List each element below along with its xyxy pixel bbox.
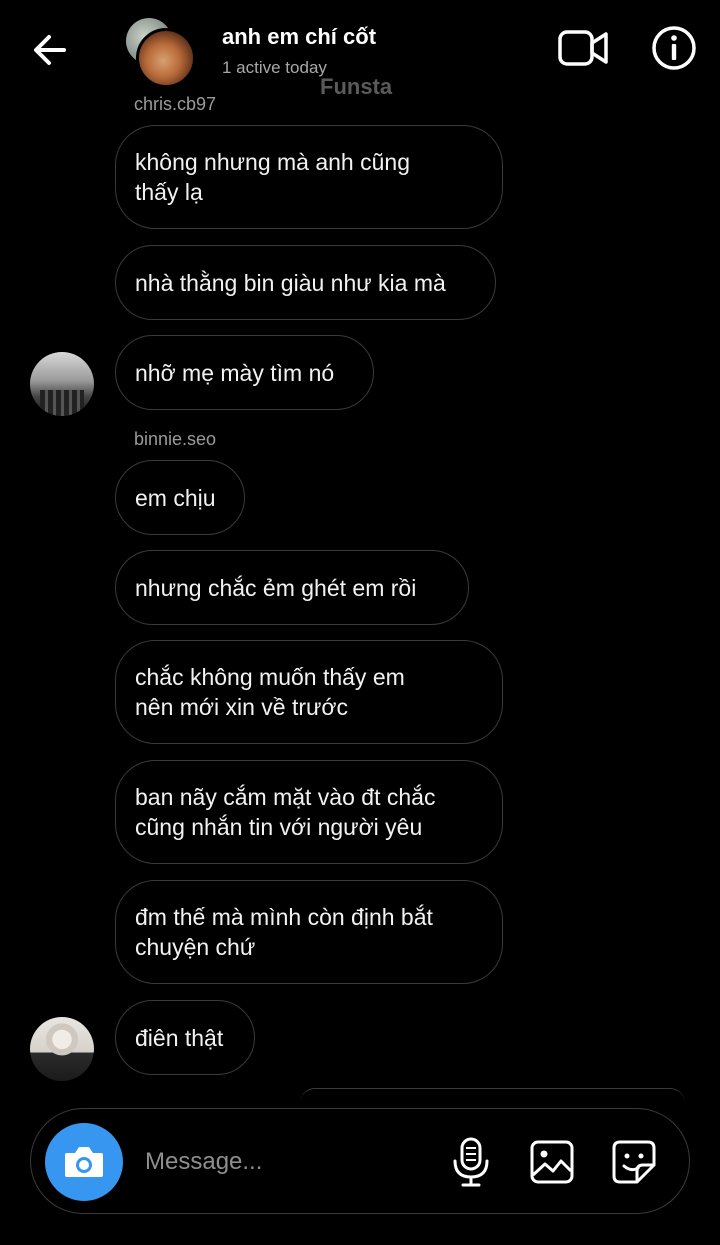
gallery-button[interactable] [529, 1139, 575, 1185]
sticker-button[interactable] [611, 1139, 657, 1185]
watermark: Funsta [320, 74, 393, 99]
group-avatar[interactable] [124, 16, 196, 88]
info-icon [652, 26, 696, 70]
sender-avatar[interactable] [30, 1017, 94, 1081]
camera-icon [65, 1147, 103, 1177]
sender-name: chris.cb97 [134, 94, 217, 114]
group-avatar-front [136, 28, 196, 88]
message-bubble[interactable]: nhưng chắc ẻm ghét em rồi [115, 550, 469, 625]
video-camera-icon [558, 30, 608, 66]
camera-button[interactable] [45, 1123, 123, 1201]
info-button[interactable] [650, 24, 698, 72]
microphone-button[interactable] [449, 1137, 493, 1187]
message-bubble[interactable]: em chịu [115, 460, 245, 535]
sender-avatar[interactable] [30, 352, 94, 416]
message-bubble[interactable]: điên thật [115, 1000, 255, 1075]
gallery-icon [530, 1140, 574, 1184]
message-bubble[interactable]: ban nãy cắm mặt vào đt chắc cũng nhắn ti… [115, 760, 503, 864]
back-button[interactable] [28, 28, 72, 72]
message-composer [30, 1108, 690, 1214]
active-status: 1 active today [222, 58, 327, 77]
microphone-icon [453, 1137, 489, 1187]
message-bubble[interactable]: không nhưng mà anh cũng thấy lạ [115, 125, 503, 229]
message-bubble[interactable]: đm thế mà mình còn định bắt chuyện chứ [115, 880, 503, 984]
chat-title[interactable]: anh em chí cốt [222, 24, 376, 50]
sender-name: binnie.seo [134, 429, 217, 449]
message-bubble[interactable]: nhà thằng bin giàu như kia mà [115, 245, 496, 320]
sticker-icon [612, 1140, 656, 1184]
message-bubble[interactable]: chắc không muốn thấy em nên mới xin về t… [115, 640, 503, 744]
message-bubble[interactable]: nhỡ mẹ mày tìm nó [115, 335, 374, 410]
chat-header: anh em chí cốt 1 active today Funsta [0, 0, 720, 100]
video-call-button[interactable] [556, 26, 610, 70]
partial-message-bubble [300, 1088, 685, 1103]
back-arrow-icon [34, 35, 66, 65]
message-input[interactable] [143, 1139, 447, 1185]
